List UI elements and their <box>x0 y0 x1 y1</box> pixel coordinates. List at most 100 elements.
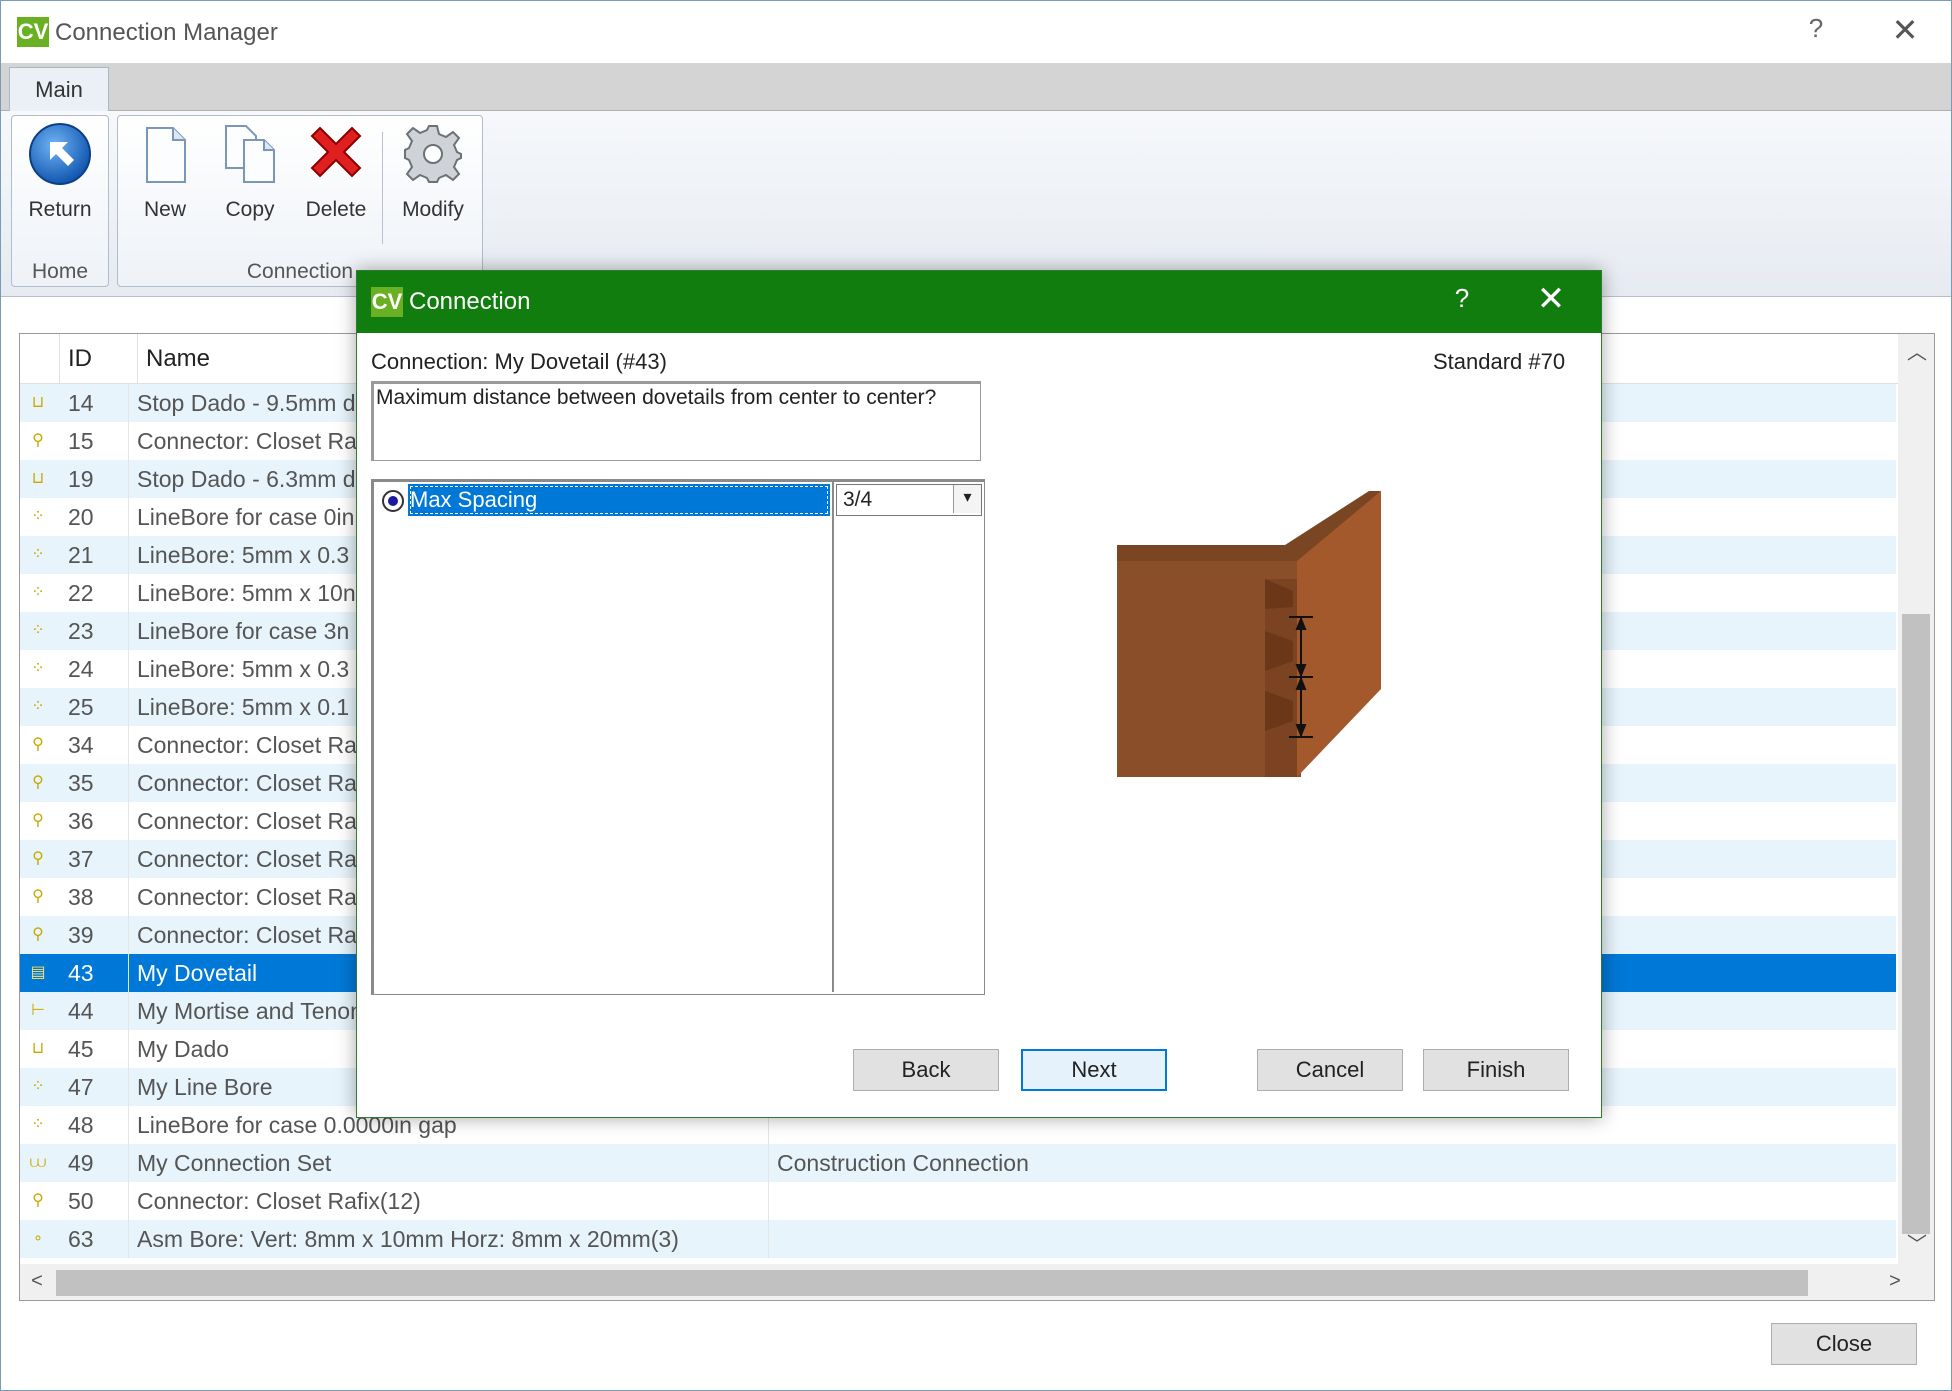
title-bar: CV Connection Manager ? ✕ <box>1 1 1951 63</box>
row-id: 23 <box>68 618 94 644</box>
row-id: 47 <box>68 1074 94 1100</box>
connector-icon: ⚲ <box>32 774 44 791</box>
connection-dialog: CV Connection ? ✕ Connection: My Dovetai… <box>356 270 1602 1118</box>
dado-icon: ⊔ <box>31 1040 45 1057</box>
connector-icon: ⚲ <box>32 812 44 829</box>
scroll-left-icon[interactable]: < <box>22 1266 52 1296</box>
horizontal-scroll-thumb[interactable] <box>56 1270 1808 1296</box>
table-row[interactable]: ⩊ 49 My Connection Set Construction Connect… <box>20 1144 1896 1182</box>
copy-documents-icon <box>225 125 275 183</box>
table-row[interactable]: ∘ 63 Asm Bore: Vert: 8mm x 10mm Horz: 8mm … <box>20 1220 1896 1258</box>
delete-x-icon <box>310 126 362 178</box>
header-icon-column <box>20 334 60 384</box>
row-name: Asm Bore: Vert: 8mm x 10mm Horz: 8mm x 2… <box>128 1220 768 1258</box>
copy-button[interactable]: Copy <box>210 122 290 222</box>
delete-label: Delete <box>305 198 367 221</box>
radio-dot <box>388 496 398 506</box>
window-title: Connection Manager <box>55 19 278 46</box>
connector-icon: ⚲ <box>32 888 44 905</box>
ribbon-group-home: Return Home <box>11 115 109 287</box>
linebore-icon: ⁘ <box>31 622 45 639</box>
dialog-help-button[interactable]: ? <box>1447 283 1477 314</box>
row-type: Construction Connection <box>768 1144 1868 1182</box>
connector-icon: ⚲ <box>32 850 44 867</box>
dado-icon: ⊔ <box>31 470 45 487</box>
row-id: 63 <box>68 1226 94 1252</box>
ribbon-tab-bar <box>1 63 1951 111</box>
linebore-icon: ⁘ <box>31 660 45 677</box>
help-button[interactable]: ? <box>1801 13 1831 44</box>
next-button[interactable]: Next <box>1021 1049 1167 1091</box>
mortise-tenon-icon: ⊢ <box>31 1002 45 1019</box>
row-id: 38 <box>68 884 94 910</box>
connection-label: Connection: My Dovetail (#43) <box>371 349 667 374</box>
row-id: 20 <box>68 504 94 530</box>
parameter-value: 3/4 <box>843 488 873 511</box>
vertical-scroll-thumb[interactable] <box>1902 614 1930 1234</box>
linebore-icon: ⁘ <box>31 698 45 715</box>
gear-icon <box>404 125 462 183</box>
dialog-title: Connection <box>409 288 531 315</box>
row-type <box>768 1182 1868 1220</box>
scroll-down-icon[interactable]: ﹀ <box>1902 1230 1932 1260</box>
modify-label: Modify <box>402 198 464 221</box>
row-id: 37 <box>68 846 94 872</box>
row-id: 36 <box>68 808 94 834</box>
row-id: 25 <box>68 694 94 720</box>
dialog-logo: CV <box>371 287 403 317</box>
row-id: 24 <box>68 656 94 682</box>
ribbon-group-connection: New Copy Delete Modify Connection <box>117 115 483 287</box>
dialog-close-icon[interactable]: ✕ <box>1531 279 1571 319</box>
connector-icon: ⚲ <box>32 736 44 753</box>
ribbon-separator <box>382 132 383 244</box>
new-label: New <box>143 198 186 221</box>
close-button[interactable]: Close <box>1771 1323 1917 1365</box>
row-id: 21 <box>68 542 94 568</box>
row-type <box>768 1220 1868 1258</box>
new-document-icon <box>146 127 186 183</box>
row-id: 48 <box>68 1112 94 1138</box>
copy-label: Copy <box>225 198 275 221</box>
dialog-title-bar: CV Connection ? ✕ <box>357 271 1601 333</box>
linebore-icon: ⁘ <box>31 1078 45 1095</box>
row-id: 43 <box>68 960 94 986</box>
delete-button[interactable]: Delete <box>294 122 378 222</box>
row-id: 19 <box>68 466 94 492</box>
return-button[interactable]: Return <box>16 122 104 222</box>
grid-column-divider <box>832 482 834 992</box>
scroll-right-icon[interactable]: > <box>1880 1266 1910 1296</box>
scroll-up-icon[interactable]: ︿ <box>1902 338 1932 368</box>
parameter-label[interactable]: Max Spacing <box>408 484 830 516</box>
modify-button[interactable]: Modify <box>388 122 478 222</box>
row-id: 14 <box>68 390 94 416</box>
connector-icon: ⚲ <box>32 1192 44 1209</box>
connector-icon: ⚲ <box>32 926 44 943</box>
cancel-button[interactable]: Cancel <box>1257 1049 1403 1091</box>
header-id[interactable]: ID <box>60 334 138 384</box>
connector-icon: ⚲ <box>32 432 44 449</box>
parameter-dropdown-button[interactable]: ▾ <box>953 485 981 513</box>
group-label-home: Home <box>31 260 89 283</box>
return-label: Return <box>28 198 92 221</box>
parameter-value-input[interactable]: 3/4 ▾ <box>836 484 982 516</box>
row-id: 22 <box>68 580 94 606</box>
row-id: 39 <box>68 922 94 948</box>
linebore-icon: ⁘ <box>31 508 45 525</box>
parameter-radio[interactable] <box>382 490 404 512</box>
row-id: 34 <box>68 732 94 758</box>
linebore-icon: ⁘ <box>31 546 45 563</box>
table-row[interactable]: ⚲ 50 Connector: Closet Rafix(12) <box>20 1182 1896 1220</box>
close-icon[interactable]: ✕ <box>1885 11 1925 49</box>
dovetail-icon: ▤ <box>30 964 46 981</box>
dovetail-illustration <box>1117 491 1381 777</box>
row-id: 45 <box>68 1036 94 1062</box>
back-button[interactable]: Back <box>853 1049 999 1091</box>
connection-set-icon: ⩊ <box>29 1154 47 1171</box>
new-button[interactable]: New <box>128 122 202 222</box>
tab-main[interactable]: Main <box>9 67 109 113</box>
row-name: Connector: Closet Rafix(12) <box>128 1182 768 1220</box>
linebore-icon: ⁘ <box>31 584 45 601</box>
row-name: My Connection Set <box>128 1144 768 1182</box>
finish-button[interactable]: Finish <box>1423 1049 1569 1091</box>
question-text: Maximum distance between dovetails from … <box>371 381 981 461</box>
